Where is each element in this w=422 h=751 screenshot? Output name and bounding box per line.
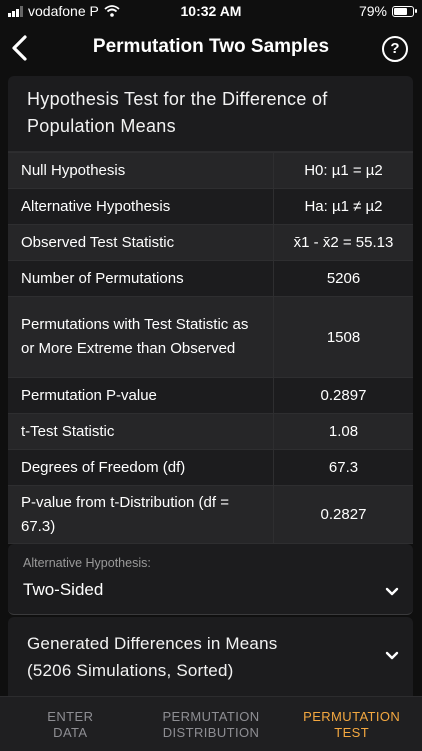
row-label: Permutation P-value bbox=[8, 378, 274, 413]
table-row: t-Test Statistic 1.08 bbox=[8, 414, 413, 450]
row-label: Null Hypothesis bbox=[8, 153, 274, 188]
table-row: Observed Test Statistic x̄1 - x̄2 = 55.1… bbox=[8, 225, 413, 261]
row-value: Ha: µ1 ≠ µ2 bbox=[304, 198, 383, 215]
status-bar: vodafone P 10:32 AM 79% bbox=[0, 0, 422, 24]
tab-label-line1: PERMUTATION bbox=[303, 709, 401, 724]
chevron-down-icon[interactable] bbox=[385, 651, 399, 661]
battery-percent: 79% bbox=[358, 3, 387, 19]
select-value: Two-Sided bbox=[23, 580, 104, 599]
navigation-bar: Permutation Two Samples ? bbox=[0, 24, 422, 72]
help-button[interactable]: ? bbox=[382, 36, 408, 62]
table-row: Degrees of Freedom (df) 67.3 bbox=[8, 450, 413, 486]
row-value: 1508 bbox=[326, 328, 361, 346]
results-card: Hypothesis Test for the Difference of Po… bbox=[8, 76, 413, 544]
row-label: Observed Test Statistic bbox=[8, 225, 274, 260]
tab-label-line2: DISTRIBUTION bbox=[162, 725, 260, 740]
tab-enter-data[interactable]: ENTER DATA bbox=[0, 697, 141, 751]
select-label: Alternative Hypothesis: bbox=[23, 556, 151, 570]
row-value: 5206 bbox=[326, 270, 361, 287]
table-row: Permutation P-value 0.2897 bbox=[8, 378, 413, 414]
results-table: Null Hypothesis H0: µ1 = µ2 Alternative … bbox=[8, 152, 413, 544]
page-title: Permutation Two Samples bbox=[92, 36, 330, 57]
row-label: Number of Permutations bbox=[8, 261, 274, 296]
row-label: P-value from t-Distribution (df = 67.3) bbox=[8, 486, 274, 543]
table-row: Alternative Hypothesis Ha: µ1 ≠ µ2 bbox=[8, 189, 413, 225]
row-label: Permutations with Test Statistic as or M… bbox=[8, 297, 274, 377]
generated-title-line2: (5206 Simulations, Sorted) bbox=[27, 661, 234, 680]
tab-label-line1: ENTER bbox=[47, 709, 94, 724]
chevron-down-icon[interactable] bbox=[385, 587, 399, 597]
results-title-line2: Population Means bbox=[27, 116, 176, 136]
table-row: Null Hypothesis H0: µ1 = µ2 bbox=[8, 153, 413, 189]
row-label: Degrees of Freedom (df) bbox=[8, 450, 274, 485]
row-value: 0.2827 bbox=[320, 506, 367, 523]
results-title-line1: Hypothesis Test for the Difference of bbox=[27, 89, 328, 109]
generated-differences-title: Generated Differences in Means (5206 Sim… bbox=[27, 630, 277, 684]
main-content[interactable]: Hypothesis Test for the Difference of Po… bbox=[8, 76, 413, 696]
results-title: Hypothesis Test for the Difference of Po… bbox=[8, 76, 413, 152]
tab-permutation-distribution[interactable]: PERMUTATION DISTRIBUTION bbox=[141, 697, 282, 751]
table-row: P-value from t-Distribution (df = 67.3) … bbox=[8, 486, 413, 544]
row-value: x̄1 - x̄2 = 55.13 bbox=[293, 234, 394, 251]
table-row: Permutations with Test Statistic as or M… bbox=[8, 297, 413, 378]
row-value: 67.3 bbox=[328, 459, 359, 476]
row-value: 0.2897 bbox=[320, 387, 367, 404]
battery-icon bbox=[392, 5, 417, 17]
table-row: Number of Permutations 5206 bbox=[8, 261, 413, 297]
generated-title-line1: Generated Differences in Means bbox=[27, 634, 278, 653]
tab-label-line1: PERMUTATION bbox=[162, 709, 260, 724]
back-chevron-icon[interactable] bbox=[8, 34, 32, 62]
row-label: Alternative Hypothesis bbox=[8, 189, 274, 224]
row-value: H0: µ1 = µ2 bbox=[304, 162, 383, 179]
row-value: 1.08 bbox=[328, 423, 359, 440]
tab-label-line2: DATA bbox=[53, 725, 88, 740]
tab-bar: ENTER DATA PERMUTATION DISTRIBUTION PERM… bbox=[0, 696, 422, 751]
row-label: t-Test Statistic bbox=[8, 414, 274, 449]
tab-label-line2: TEST bbox=[334, 725, 370, 740]
alternative-hypothesis-select[interactable]: Alternative Hypothesis: Two-Sided bbox=[8, 544, 413, 615]
generated-differences-section[interactable]: Generated Differences in Means (5206 Sim… bbox=[8, 617, 413, 696]
status-right: 79% bbox=[358, 3, 417, 19]
tab-permutation-test[interactable]: PERMUTATION TEST bbox=[281, 697, 422, 751]
